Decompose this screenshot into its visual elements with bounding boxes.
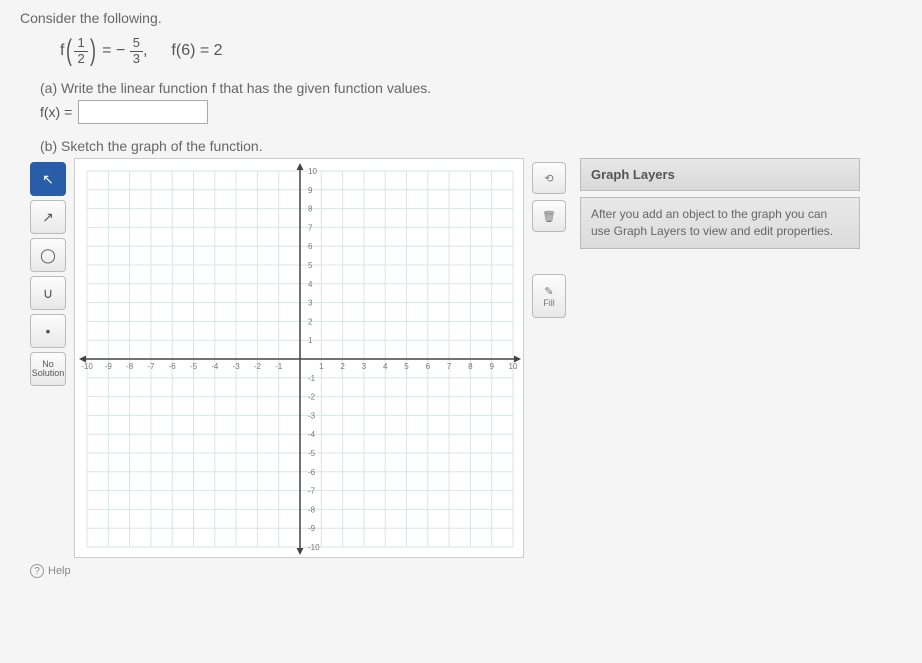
part-b-label: (b) Sketch the graph of the function. xyxy=(40,138,902,154)
svg-text:1: 1 xyxy=(308,336,313,345)
svg-text:7: 7 xyxy=(308,223,313,232)
fx-input[interactable] xyxy=(78,100,208,124)
svg-text:1: 1 xyxy=(319,362,324,371)
svg-text:-1: -1 xyxy=(275,362,283,371)
val-num: 5 xyxy=(130,36,143,51)
help-label: Help xyxy=(48,565,71,577)
svg-text:-4: -4 xyxy=(211,362,219,371)
svg-text:-7: -7 xyxy=(147,362,155,371)
svg-text:-1: -1 xyxy=(308,374,316,383)
help-link[interactable]: ? Help xyxy=(30,564,902,578)
fill-pencil-icon: ✎ xyxy=(544,285,553,298)
comma: , xyxy=(143,42,147,59)
svg-text:-5: -5 xyxy=(190,362,198,371)
svg-text:3: 3 xyxy=(308,299,313,308)
val-den: 3 xyxy=(130,52,143,66)
graph-canvas[interactable]: -10-9-8-7-6-5-4-3-2-112345678910-10-9-8-… xyxy=(74,158,524,558)
open-paren-icon: ( xyxy=(66,34,72,68)
eq1: f(12) = − 53, xyxy=(60,34,147,68)
layers-description: After you add an object to the graph you… xyxy=(580,197,860,249)
arg-fraction: 12 xyxy=(74,36,87,66)
parabola-icon: ∪ xyxy=(43,285,53,302)
svg-text:4: 4 xyxy=(308,280,313,289)
arg-den: 2 xyxy=(74,52,87,66)
eq2: f(6) = 2 xyxy=(171,42,222,60)
graph-layers-panel: Graph Layers After you add an object to … xyxy=(580,158,860,249)
tool-no-solution[interactable]: No Solution xyxy=(30,352,66,386)
svg-text:8: 8 xyxy=(468,362,473,371)
close-paren-icon: ) xyxy=(90,34,96,68)
svg-text:2: 2 xyxy=(308,317,313,326)
svg-text:-4: -4 xyxy=(308,430,316,439)
svg-text:8: 8 xyxy=(308,205,313,214)
undo-icon: ⟲ xyxy=(544,172,553,185)
circle-icon: ◯ xyxy=(40,247,56,264)
svg-text:-7: -7 xyxy=(308,487,316,496)
svg-text:-8: -8 xyxy=(126,362,134,371)
svg-text:-9: -9 xyxy=(308,524,316,533)
delete-button[interactable]: 🗑 xyxy=(532,200,566,232)
undo-button[interactable]: ⟲ xyxy=(532,162,566,194)
equals-sign: = xyxy=(102,42,116,59)
svg-text:-10: -10 xyxy=(81,362,93,371)
svg-text:-3: -3 xyxy=(308,411,316,420)
svg-text:7: 7 xyxy=(447,362,452,371)
tool-point[interactable]: • xyxy=(30,314,66,348)
svg-text:5: 5 xyxy=(308,261,313,270)
fill-button[interactable]: ✎ Fill xyxy=(532,274,566,318)
fx-label: f(x) = xyxy=(40,104,72,120)
svg-text:10: 10 xyxy=(308,167,317,176)
graph-toolbox: ↖ ↗ ◯ ∪ • No Solution xyxy=(30,158,66,386)
svg-text:-2: -2 xyxy=(254,362,262,371)
svg-text:6: 6 xyxy=(426,362,431,371)
grid-svg: -10-9-8-7-6-5-4-3-2-112345678910-10-9-8-… xyxy=(75,159,524,558)
svg-text:-8: -8 xyxy=(308,505,316,514)
svg-text:6: 6 xyxy=(308,242,313,251)
svg-text:-5: -5 xyxy=(308,449,316,458)
svg-text:-6: -6 xyxy=(169,362,177,371)
point-icon: • xyxy=(46,323,51,339)
svg-text:-3: -3 xyxy=(233,362,241,371)
fx-row: f(x) = xyxy=(40,100,902,124)
given-values: f(12) = − 53, f(6) = 2 xyxy=(60,34,902,68)
svg-text:2: 2 xyxy=(340,362,345,371)
trash-icon: 🗑 xyxy=(542,210,556,223)
arg-num: 1 xyxy=(74,36,87,51)
svg-text:3: 3 xyxy=(362,362,367,371)
svg-text:-6: -6 xyxy=(308,468,316,477)
fill-label: Fill xyxy=(543,298,555,308)
graph-side-tools: ⟲ 🗑 ✎ Fill xyxy=(532,158,566,318)
f-label: f xyxy=(60,42,64,59)
help-icon: ? xyxy=(30,564,44,578)
layers-title: Graph Layers xyxy=(580,158,860,191)
part-a-label: (a) Write the linear function f that has… xyxy=(40,80,902,96)
svg-text:-2: -2 xyxy=(308,393,316,402)
svg-text:-9: -9 xyxy=(105,362,113,371)
line-icon: ↗ xyxy=(42,209,54,226)
graph-area: ↖ ↗ ◯ ∪ • No Solution -10 -9 -8 -7 -6 -5 -4 -3 -… xyxy=(30,158,902,558)
tool-parabola[interactable]: ∪ xyxy=(30,276,66,310)
val-fraction: 53 xyxy=(130,36,143,66)
svg-text:10: 10 xyxy=(509,362,518,371)
neg-sign: − xyxy=(116,42,125,59)
svg-text:9: 9 xyxy=(308,186,313,195)
svg-text:9: 9 xyxy=(489,362,494,371)
pointer-icon: ↖ xyxy=(42,171,54,188)
svg-text:-10: -10 xyxy=(308,543,320,552)
intro-text: Consider the following. xyxy=(20,10,902,26)
tool-pointer[interactable]: ↖ xyxy=(30,162,66,196)
svg-text:4: 4 xyxy=(383,362,388,371)
tool-circle[interactable]: ◯ xyxy=(30,238,66,272)
nosol-line2: Solution xyxy=(32,369,65,378)
svg-text:5: 5 xyxy=(404,362,409,371)
tool-line[interactable]: ↗ xyxy=(30,200,66,234)
